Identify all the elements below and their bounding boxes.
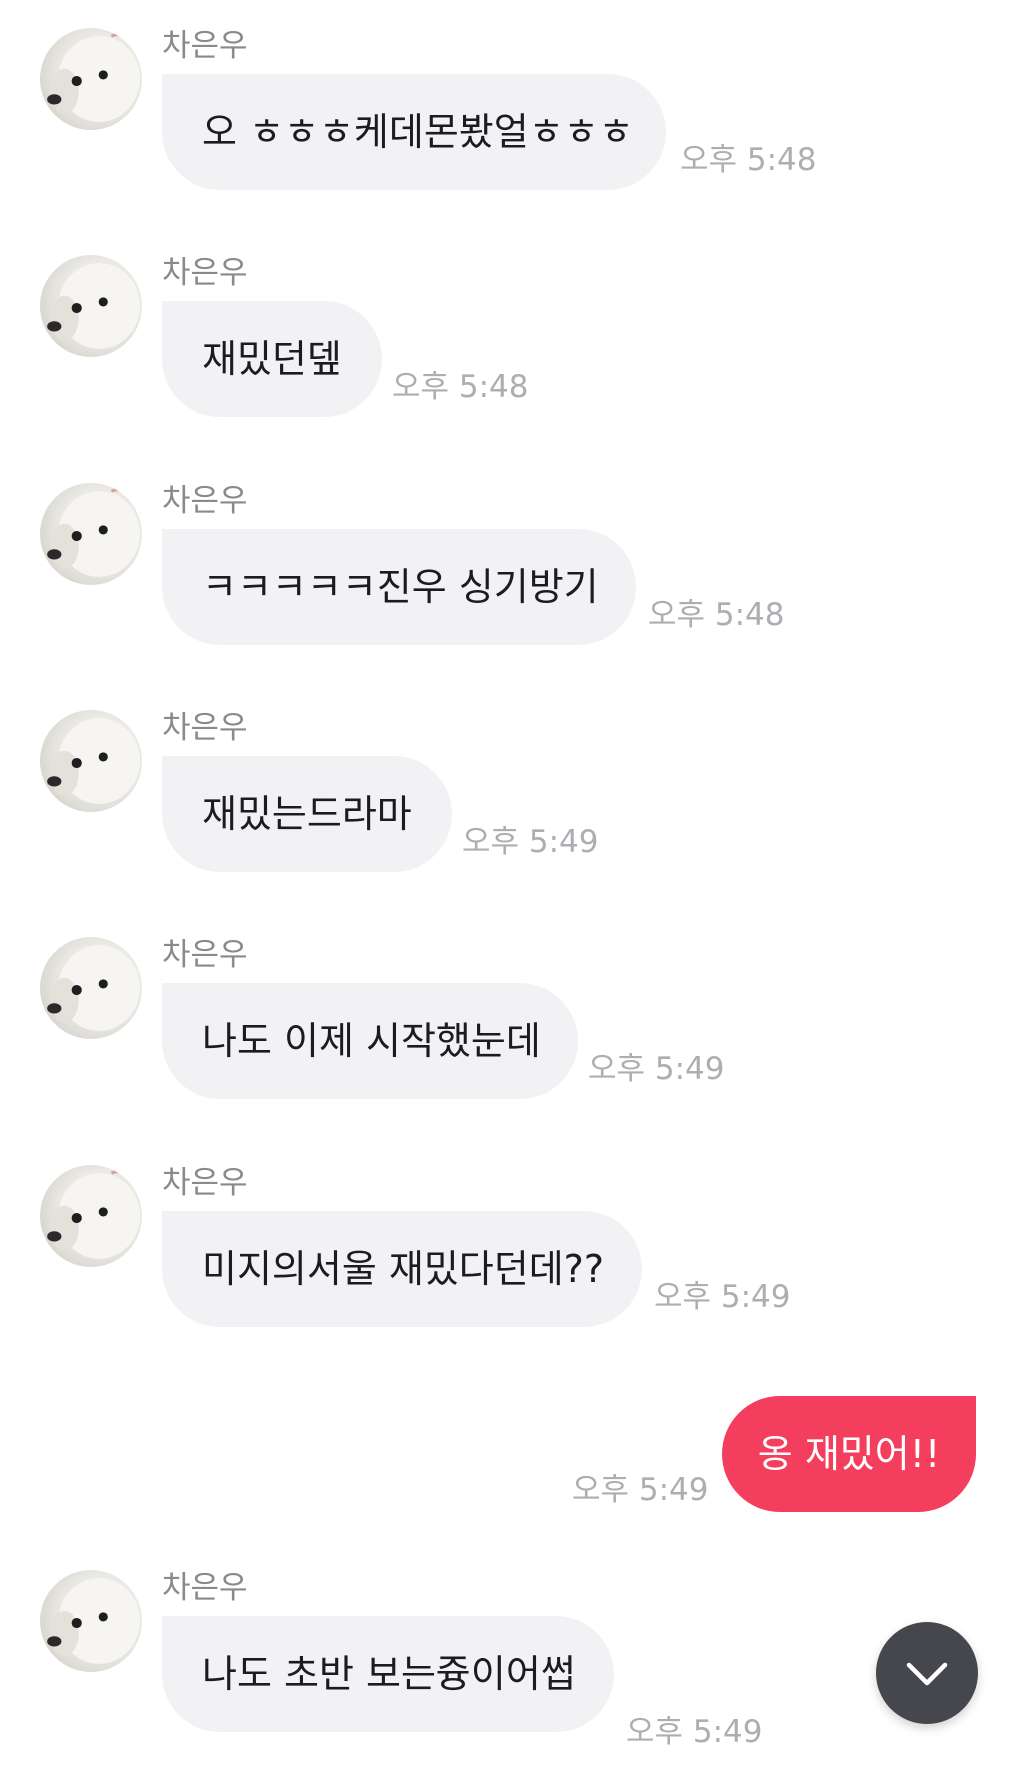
message-row: 차은우 나도 이제 시작했눈데 오후 5:49 xyxy=(0,937,1024,1117)
message-time: 오후 5:48 xyxy=(648,597,785,633)
dog-avatar-icon xyxy=(47,718,140,804)
sender-name: 차은우 xyxy=(162,255,248,291)
message-time: 오후 5:49 xyxy=(572,1472,709,1508)
sender-avatar[interactable] xyxy=(40,483,142,585)
sender-name: 차은우 xyxy=(162,710,248,746)
message-row: 차은우 나도 초반 보는즁이어썹 오후 5:49 xyxy=(0,1570,1024,1750)
message-bubble[interactable]: 미지의서울 재밌다던데?? xyxy=(162,1211,642,1327)
message-time: 오후 5:49 xyxy=(654,1279,791,1315)
sender-name: 차은우 xyxy=(162,1165,248,1201)
message-bubble[interactable]: 나도 이제 시작했눈데 xyxy=(162,983,578,1099)
sender-avatar[interactable] xyxy=(40,710,142,812)
sender-name: 차은우 xyxy=(162,1570,248,1606)
my-message-bubble[interactable]: 옹 재밌어!! xyxy=(722,1396,976,1512)
my-message-row: 오후 5:49 옹 재밌어!! xyxy=(0,1396,1024,1516)
sender-name: 차은우 xyxy=(162,28,248,64)
message-row: 차은우 재밌던뎊 오후 5:48 xyxy=(0,255,1024,435)
message-row: 차은우 미지의서울 재밌다던데?? 오후 5:49 xyxy=(0,1165,1024,1345)
dog-avatar-icon xyxy=(47,33,140,122)
sender-avatar[interactable] xyxy=(40,1165,142,1267)
dog-avatar-icon xyxy=(47,488,140,577)
sender-avatar[interactable] xyxy=(40,1570,142,1672)
message-time: 오후 5:48 xyxy=(392,369,529,405)
message-bubble[interactable]: ㅋㅋㅋㅋㅋ진우 싱기방기 xyxy=(162,529,636,645)
message-time: 오후 5:48 xyxy=(680,142,817,178)
message-bubble[interactable]: 재밌는드라마 xyxy=(162,756,452,872)
message-row: 차은우 재밌는드라마 오후 5:49 xyxy=(0,710,1024,890)
sender-avatar[interactable] xyxy=(40,937,142,1039)
scroll-to-bottom-button[interactable] xyxy=(876,1622,978,1724)
dog-avatar-icon xyxy=(47,1578,140,1664)
dog-avatar-icon xyxy=(47,945,140,1031)
message-row: 차은우 오 ㅎㅎㅎ케데몬봤얼ㅎㅎㅎ 오후 5:48 xyxy=(0,28,1024,208)
message-bubble[interactable]: 재밌던뎊 xyxy=(162,301,382,417)
message-time: 오후 5:49 xyxy=(626,1714,763,1750)
sender-avatar[interactable] xyxy=(40,28,142,130)
sender-name: 차은우 xyxy=(162,937,248,973)
message-bubble[interactable]: 오 ㅎㅎㅎ케데몬봤얼ㅎㅎㅎ xyxy=(162,74,666,190)
chevron-down-icon xyxy=(906,1662,948,1686)
sender-name: 차은우 xyxy=(162,483,248,519)
message-row: 차은우 ㅋㅋㅋㅋㅋ진우 싱기방기 오후 5:48 xyxy=(0,483,1024,663)
message-time: 오후 5:49 xyxy=(462,824,599,860)
message-time: 오후 5:49 xyxy=(588,1051,725,1087)
sender-avatar[interactable] xyxy=(40,255,142,357)
dog-avatar-icon xyxy=(47,1170,140,1259)
message-bubble[interactable]: 나도 초반 보는즁이어썹 xyxy=(162,1616,614,1732)
dog-avatar-icon xyxy=(47,263,140,349)
